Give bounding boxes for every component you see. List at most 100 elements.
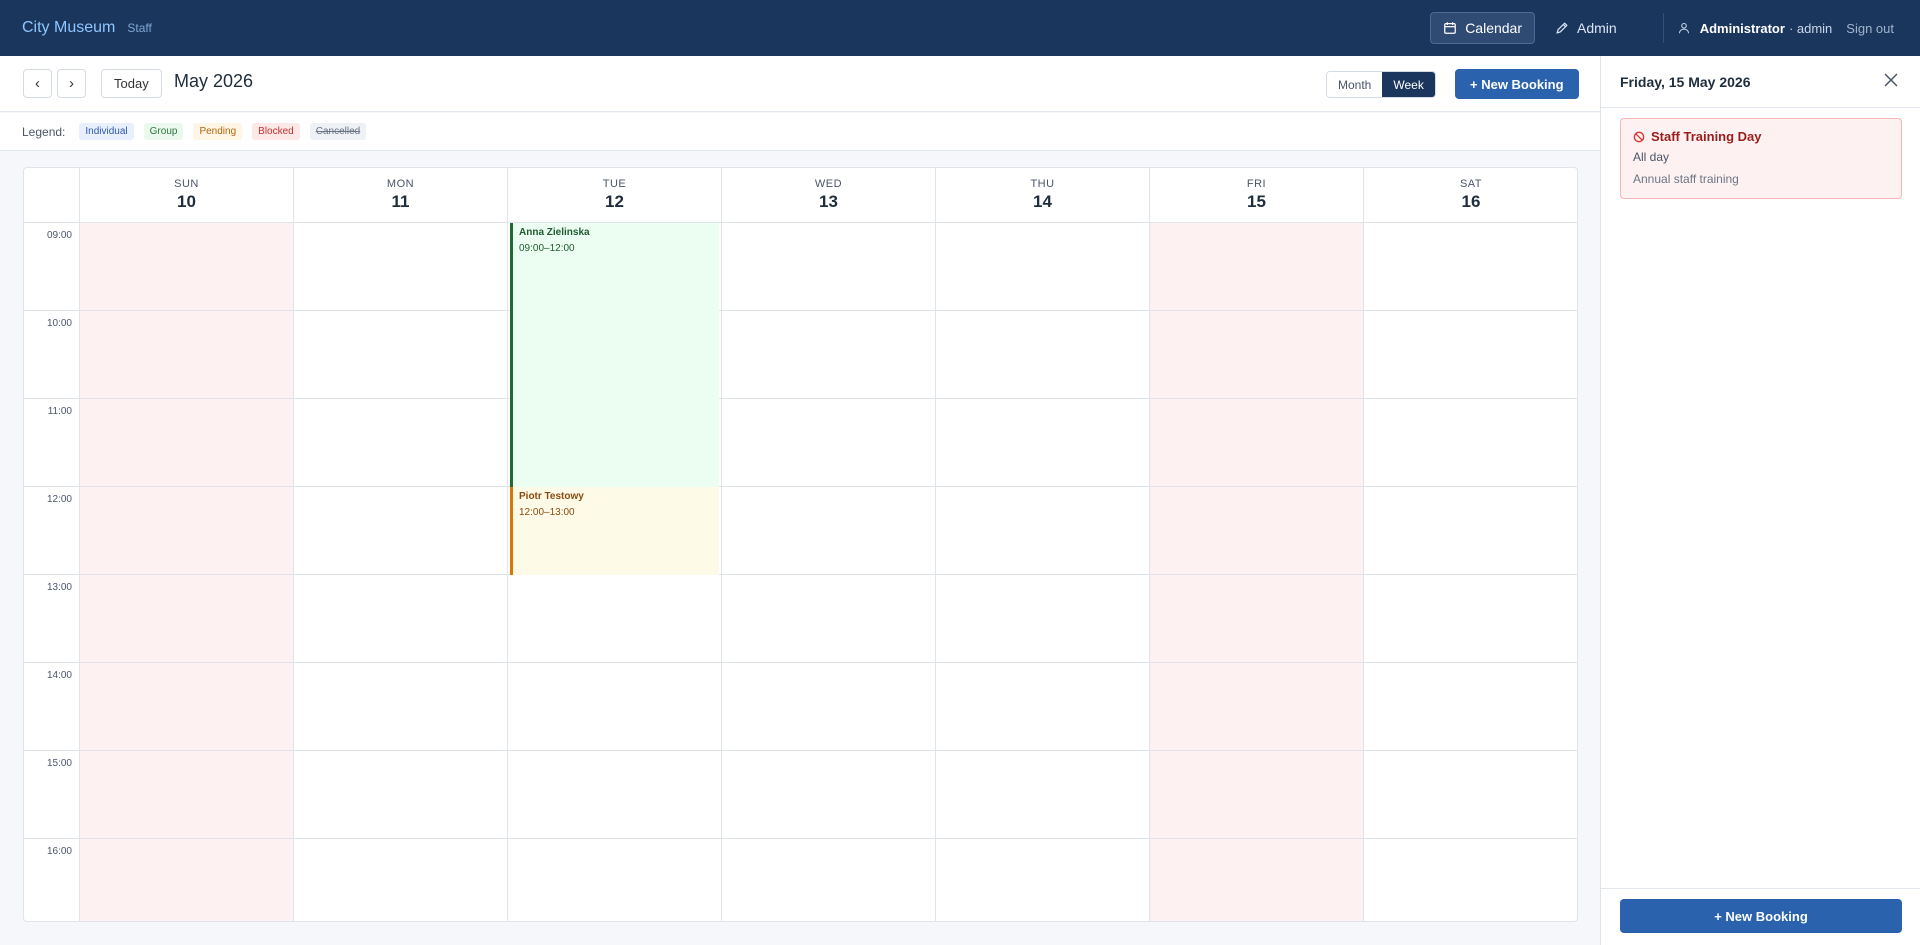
time-slot[interactable] bbox=[508, 751, 722, 839]
time-slot[interactable] bbox=[722, 399, 936, 487]
time-slot[interactable] bbox=[80, 663, 294, 751]
time-slot[interactable] bbox=[294, 839, 508, 921]
time-slot[interactable] bbox=[936, 575, 1150, 663]
day-header-tue[interactable]: TUE 12 bbox=[508, 168, 722, 223]
nav-calendar-label: Calendar bbox=[1465, 20, 1523, 36]
time-slot[interactable] bbox=[1150, 663, 1364, 751]
day-number: 12 bbox=[605, 192, 624, 211]
time-slot[interactable] bbox=[936, 399, 1150, 487]
time-slot[interactable] bbox=[1150, 399, 1364, 487]
time-slot[interactable] bbox=[1364, 223, 1577, 311]
day-header-mon[interactable]: MON 11 bbox=[294, 168, 508, 223]
user-name: Administrator bbox=[1699, 20, 1785, 36]
time-slot[interactable] bbox=[294, 399, 508, 487]
time-slot[interactable] bbox=[80, 751, 294, 839]
today-button[interactable]: Today bbox=[101, 69, 162, 98]
time-slot[interactable] bbox=[1364, 663, 1577, 751]
day-header-wed[interactable]: WED 13 bbox=[722, 168, 936, 223]
time-slot[interactable] bbox=[936, 311, 1150, 399]
day-header-thu[interactable]: THU 14 bbox=[936, 168, 1150, 223]
day-of-week: MON bbox=[386, 178, 415, 190]
time-slot[interactable] bbox=[722, 487, 936, 575]
calendar-icon bbox=[1444, 22, 1457, 34]
blocked-event-card[interactable]: Staff Training Day All day Annual staff … bbox=[1620, 118, 1902, 199]
time-slot[interactable] bbox=[80, 487, 294, 575]
day-number: 10 bbox=[177, 192, 196, 211]
time-slot[interactable] bbox=[722, 311, 936, 399]
time-slot[interactable] bbox=[1150, 575, 1364, 663]
time-slot[interactable] bbox=[294, 487, 508, 575]
time-slot[interactable] bbox=[508, 575, 722, 663]
brand-logo[interactable]: City Museum bbox=[22, 19, 115, 37]
time-slot[interactable] bbox=[936, 751, 1150, 839]
time-slot[interactable] bbox=[722, 663, 936, 751]
time-slot[interactable] bbox=[722, 839, 936, 921]
new-booking-button[interactable]: + New Booking bbox=[1455, 69, 1579, 99]
time-slot[interactable] bbox=[722, 575, 936, 663]
time-label: 11:00 bbox=[24, 399, 80, 487]
card-title-text: Staff Training Day bbox=[1651, 129, 1762, 144]
sign-out-link[interactable]: Sign out bbox=[1846, 21, 1894, 36]
booking-name: Piotr Testowy bbox=[519, 491, 584, 502]
time-slot[interactable] bbox=[1150, 487, 1364, 575]
time-label: 14:00 bbox=[24, 663, 80, 751]
panel-new-booking-button[interactable]: + New Booking bbox=[1620, 899, 1902, 933]
time-slot[interactable] bbox=[294, 751, 508, 839]
time-grid: 09:00 10:00 11:00 12:00 13:00 14:00 15:00 16:00… bbox=[24, 223, 1577, 921]
time-slot[interactable] bbox=[1364, 839, 1577, 921]
time-slot[interactable] bbox=[1364, 311, 1577, 399]
nav-admin-button[interactable]: Admin bbox=[1543, 12, 1629, 44]
time-label: 12:00 bbox=[24, 487, 80, 575]
calendar-toolbar: ‹ › Today May 2026 Month Week + New Book… bbox=[0, 56, 1600, 112]
time-slot[interactable] bbox=[1364, 575, 1577, 663]
chevron-right-icon: › bbox=[69, 75, 74, 92]
time-slot[interactable] bbox=[294, 575, 508, 663]
day-header-fri[interactable]: FRI 15 bbox=[1150, 168, 1364, 223]
time-slot[interactable] bbox=[1364, 399, 1577, 487]
booking-event[interactable]: Anna Zielinska 09:00–12:00 bbox=[510, 223, 719, 487]
time-slot[interactable] bbox=[80, 399, 294, 487]
time-slot[interactable] bbox=[294, 223, 508, 311]
time-slot[interactable] bbox=[936, 487, 1150, 575]
time-slot[interactable] bbox=[1150, 839, 1364, 921]
time-slot[interactable] bbox=[294, 311, 508, 399]
nav-calendar-button[interactable]: Calendar bbox=[1430, 12, 1536, 44]
time-slot[interactable] bbox=[722, 751, 936, 839]
panel-footer: + New Booking bbox=[1601, 888, 1920, 945]
next-week-button[interactable]: › bbox=[57, 69, 86, 98]
time-slot[interactable] bbox=[722, 223, 936, 311]
time-slot[interactable] bbox=[936, 839, 1150, 921]
time-slot[interactable] bbox=[936, 223, 1150, 311]
prev-week-button[interactable]: ‹ bbox=[23, 69, 52, 98]
view-month-button[interactable]: Month bbox=[1327, 72, 1383, 97]
day-header-sat[interactable]: SAT 16 bbox=[1364, 168, 1577, 223]
booking-event[interactable]: Piotr Testowy 12:00–13:00 bbox=[510, 487, 719, 575]
booking-name: Anna Zielinska bbox=[519, 227, 590, 238]
time-slot[interactable] bbox=[936, 663, 1150, 751]
card-description: Annual staff training bbox=[1633, 172, 1739, 186]
panel-title: Friday, 15 May 2026 bbox=[1620, 74, 1751, 90]
time-slot[interactable] bbox=[1364, 751, 1577, 839]
time-slot[interactable] bbox=[508, 839, 722, 921]
day-header-sun[interactable]: SUN 10 bbox=[80, 168, 294, 223]
view-week-button[interactable]: Week bbox=[1382, 72, 1435, 97]
legend-pending: Pending bbox=[193, 123, 243, 140]
day-of-week: THU bbox=[1030, 178, 1055, 190]
time-slot[interactable] bbox=[1150, 311, 1364, 399]
day-number: 13 bbox=[819, 192, 838, 211]
time-label: 15:00 bbox=[24, 751, 80, 839]
time-slot[interactable] bbox=[508, 663, 722, 751]
time-label: 09:00 bbox=[24, 223, 80, 311]
time-slot[interactable] bbox=[1364, 487, 1577, 575]
time-slot[interactable] bbox=[294, 663, 508, 751]
day-of-week: TUE bbox=[602, 178, 627, 190]
time-slot[interactable] bbox=[80, 839, 294, 921]
time-slot[interactable] bbox=[80, 223, 294, 311]
time-slot[interactable] bbox=[1150, 751, 1364, 839]
day-number: 16 bbox=[1461, 192, 1481, 211]
time-slot[interactable] bbox=[1150, 223, 1364, 311]
time-slot[interactable] bbox=[80, 311, 294, 399]
time-slot[interactable] bbox=[80, 575, 294, 663]
main-area: ‹ › Today May 2026 Month Week + New Book… bbox=[0, 56, 1600, 945]
close-icon[interactable] bbox=[1883, 72, 1899, 88]
